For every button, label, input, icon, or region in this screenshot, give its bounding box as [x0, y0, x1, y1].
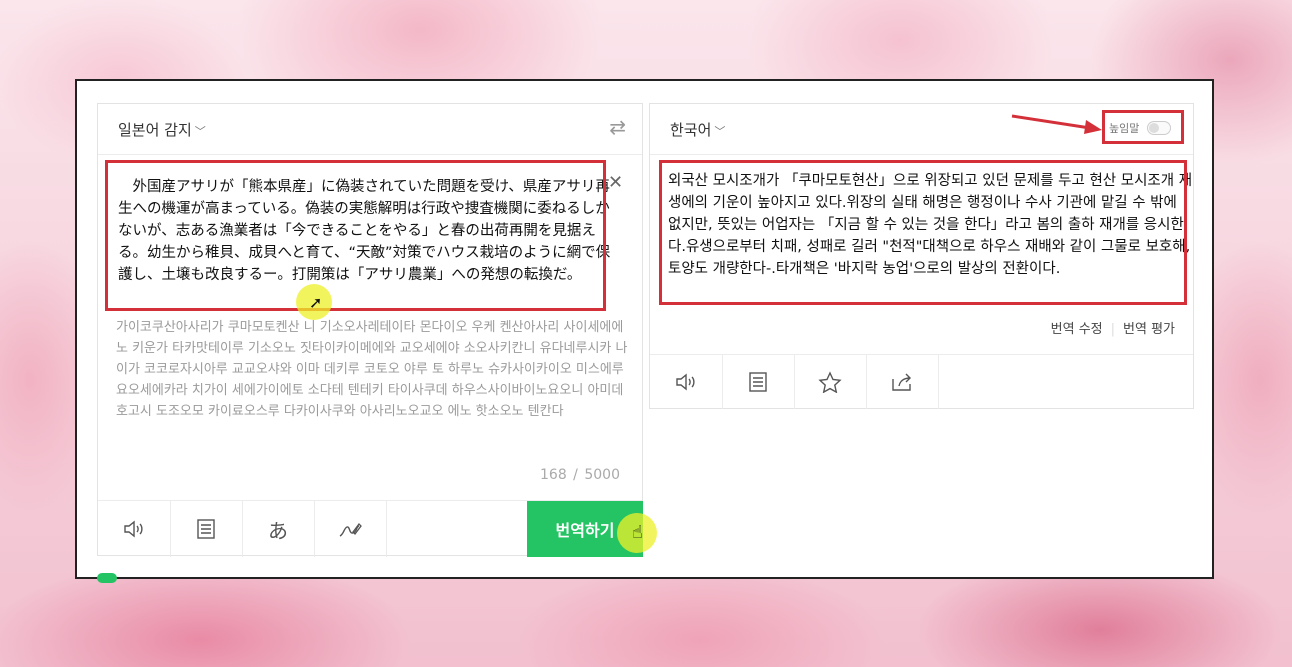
chevron-down-icon: ﹀ — [194, 125, 206, 138]
target-highlight-box — [659, 160, 1187, 305]
close-icon[interactable]: ✕ — [608, 172, 623, 193]
swap-arrows-icon[interactable]: ⇄ — [609, 115, 626, 139]
honorific-highlight-box — [1102, 110, 1184, 144]
handwriting-icon[interactable] — [314, 501, 387, 557]
document-icon[interactable] — [170, 501, 243, 557]
pronunciation-text: 가이코쿠산아사리가 쿠마모토켄산 니 기소오사레테이타 몬다이오 우케 켄산아사… — [116, 320, 628, 419]
mouse-pointer-icon: ➚ — [309, 293, 323, 312]
target-language-select[interactable]: 한국어 ﹀ — [670, 119, 725, 140]
source-toolbar: あ 번역하기 — [98, 500, 643, 557]
hand-pointer-icon: ☝ — [632, 522, 643, 543]
source-highlight-box — [105, 160, 606, 311]
translator-panel: 일본어 감지 ﹀ ⇄ 外国産アサリが「熊本県産」に偽装されていた問題を受け、県産ア… — [75, 79, 1214, 579]
share-icon[interactable] — [866, 355, 939, 409]
translation-actions: 번역 수정 | 번역 평가 — [1050, 322, 1175, 337]
source-header: 일본어 감지 ﹀ ⇄ — [98, 104, 642, 155]
auto-detect-toggle[interactable] — [97, 573, 117, 583]
document-icon[interactable] — [722, 355, 795, 409]
char-limit: 5000 — [584, 467, 620, 483]
speaker-icon[interactable] — [98, 501, 171, 557]
star-icon[interactable] — [794, 355, 867, 409]
target-toolbar — [650, 354, 1193, 409]
char-count: 168 — [540, 467, 567, 483]
speaker-icon[interactable] — [650, 355, 723, 409]
character-counter: 168 / 5000 — [540, 467, 620, 483]
kana-button[interactable]: あ — [242, 501, 315, 557]
rate-translation-link[interactable]: 번역 평가 — [1123, 322, 1175, 337]
red-arrow-icon — [1011, 114, 1102, 134]
source-language-label: 일본어 감지 — [118, 121, 192, 139]
target-language-label: 한국어 — [670, 121, 712, 139]
edit-translation-link[interactable]: 번역 수정 — [1051, 322, 1103, 337]
chevron-down-icon: ﹀ — [714, 125, 726, 138]
source-language-select[interactable]: 일본어 감지 ﹀ — [118, 119, 206, 140]
